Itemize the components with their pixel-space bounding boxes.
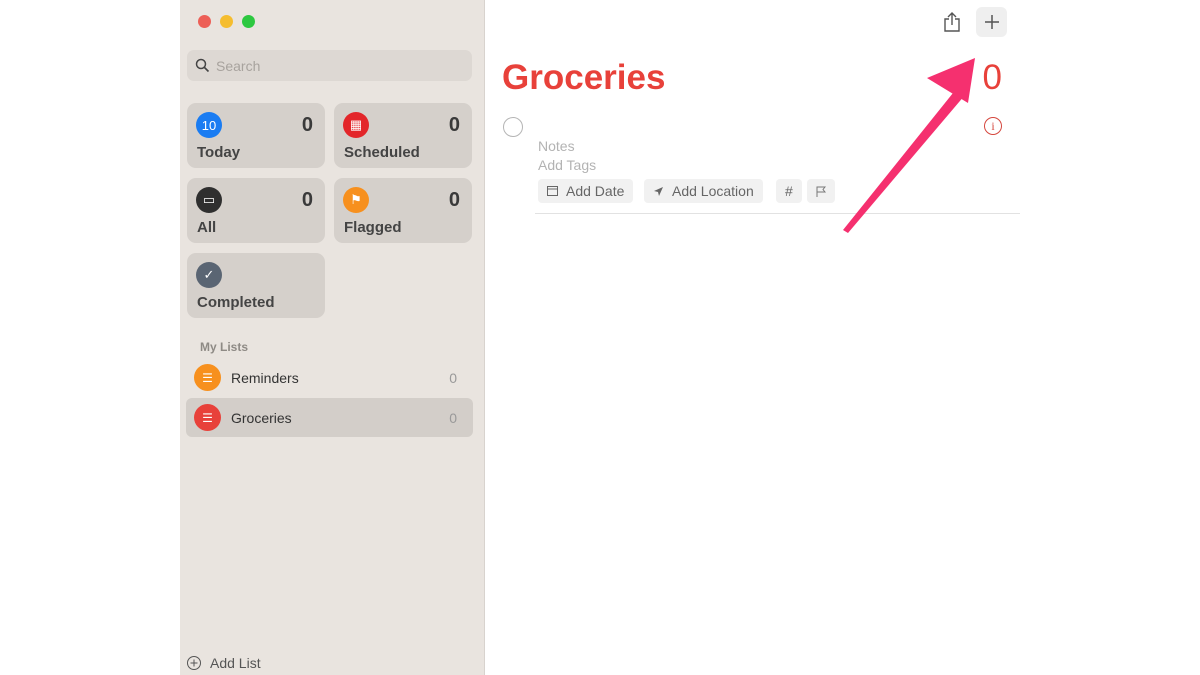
add-tag-button[interactable]: # xyxy=(776,179,802,203)
add-location-button[interactable]: Add Location xyxy=(644,179,763,203)
my-lists-header: My Lists xyxy=(200,340,249,354)
list-bullet-icon: ☰ xyxy=(194,364,221,391)
smart-list-label: All xyxy=(197,219,217,236)
list-name: Groceries xyxy=(231,409,292,426)
hashtag-icon: # xyxy=(785,183,793,199)
add-location-label: Add Location xyxy=(672,183,754,199)
smart-list-scheduled[interactable]: ▦ 0 Scheduled xyxy=(334,103,472,168)
smart-list-today[interactable]: 10 0 Today xyxy=(187,103,325,168)
add-date-button[interactable]: Add Date xyxy=(538,179,634,203)
smart-list-flagged[interactable]: ⚑ 0 Flagged xyxy=(334,178,472,243)
list-count: 0 xyxy=(449,409,457,426)
add-date-label: Add Date xyxy=(566,183,625,199)
notes-field[interactable]: Notes xyxy=(538,138,575,154)
list-name: Reminders xyxy=(231,369,299,386)
close-button[interactable] xyxy=(198,15,211,28)
divider xyxy=(535,213,1020,214)
smart-list-all[interactable]: ▭ 0 All xyxy=(187,178,325,243)
share-icon xyxy=(943,12,960,32)
smart-list-count: 0 xyxy=(301,114,313,136)
smart-list-label: Flagged xyxy=(344,219,402,236)
list-count: 0 xyxy=(449,369,457,386)
tags-field[interactable]: Add Tags xyxy=(538,157,596,173)
add-list-button[interactable]: Add List xyxy=(186,655,261,671)
share-button[interactable] xyxy=(936,7,967,37)
sidebar: Search 10 0 Today ▦ 0 Scheduled ▭ 0 All ⚑ 0 Flagged… xyxy=(180,0,485,675)
calendar-today-icon: 10 xyxy=(196,112,222,138)
tray-icon: ▭ xyxy=(196,187,222,213)
checkmark-icon: ✓ xyxy=(196,262,222,288)
smart-list-label: Scheduled xyxy=(344,144,420,161)
search-placeholder: Search xyxy=(216,57,261,74)
list-bullet-icon: ☰ xyxy=(194,404,221,431)
smart-list-completed[interactable]: ✓ Completed xyxy=(187,253,325,318)
main-pane: Groceries 0 i Notes Add Tags Add Date Ad… xyxy=(485,0,1020,675)
smart-list-count: 0 xyxy=(448,189,460,211)
plus-circle-icon xyxy=(187,656,201,670)
smart-list-label: Completed xyxy=(197,294,275,311)
info-icon[interactable]: i xyxy=(984,117,1002,135)
flag-icon xyxy=(816,186,826,197)
flag-icon: ⚑ xyxy=(343,187,369,213)
calendar-icon xyxy=(547,186,558,196)
search-input[interactable]: Search xyxy=(187,50,472,81)
search-icon xyxy=(195,58,210,73)
add-reminder-button[interactable] xyxy=(976,7,1007,37)
add-list-label: Add List xyxy=(210,655,261,671)
list-item-reminders[interactable]: ☰ Reminders 0 xyxy=(186,358,473,397)
list-count: 0 xyxy=(982,58,1002,97)
minimize-button[interactable] xyxy=(220,15,233,28)
smart-list-count: 0 xyxy=(301,189,313,211)
maximize-button[interactable] xyxy=(242,15,255,28)
complete-checkbox[interactable] xyxy=(503,117,523,137)
list-item-groceries[interactable]: ☰ Groceries 0 xyxy=(186,398,473,437)
calendar-icon: ▦ xyxy=(343,112,369,138)
list-title: Groceries xyxy=(502,58,666,97)
plus-icon xyxy=(984,15,999,29)
flag-button[interactable] xyxy=(807,179,835,203)
location-arrow-icon xyxy=(654,186,663,196)
smart-list-count: 0 xyxy=(448,114,460,136)
smart-list-label: Today xyxy=(197,144,241,161)
